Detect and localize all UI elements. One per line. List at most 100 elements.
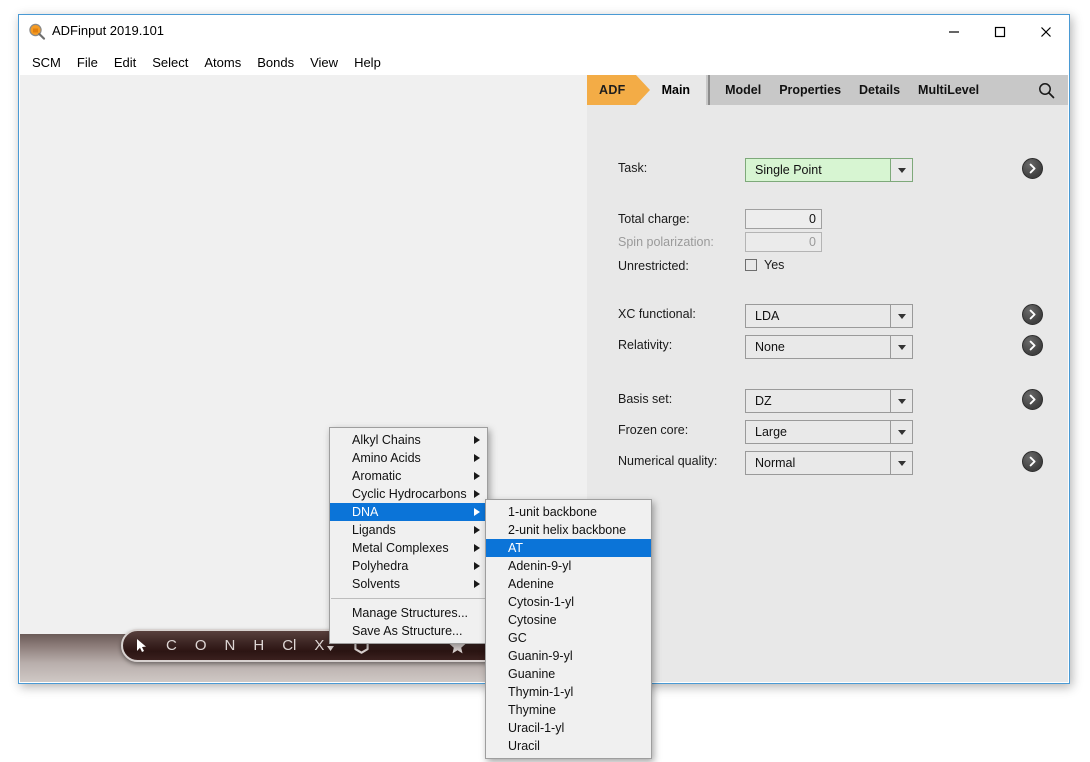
menubar-item-scm[interactable]: SCM bbox=[24, 52, 69, 73]
relativity-value: None bbox=[755, 340, 785, 354]
menu-separator bbox=[331, 598, 486, 599]
label-basis-set: Basis set: bbox=[618, 392, 673, 406]
minimize-button[interactable] bbox=[931, 15, 977, 49]
menubar-item-bonds[interactable]: Bonds bbox=[249, 52, 302, 73]
menu-item-gc[interactable]: GC bbox=[486, 629, 651, 647]
maximize-button[interactable] bbox=[977, 15, 1023, 49]
chevron-right-icon bbox=[474, 472, 480, 480]
menu-item-thymine[interactable]: Thymine bbox=[486, 701, 651, 719]
menu-item-save-as-structure[interactable]: Save As Structure... bbox=[330, 622, 487, 640]
menu-item-adenin-9-yl[interactable]: Adenin-9-yl bbox=[486, 557, 651, 575]
menu-item-dna[interactable]: DNA bbox=[330, 503, 487, 521]
menu-item-uracil-1-yl[interactable]: Uracil-1-yl bbox=[486, 719, 651, 737]
menubar-item-select[interactable]: Select bbox=[144, 52, 196, 73]
relativity-dropdown[interactable]: None bbox=[745, 335, 913, 359]
menu-item-label: Cyclic Hydrocarbons bbox=[352, 487, 467, 501]
tab-multilevel[interactable]: MultiLevel bbox=[909, 75, 988, 105]
menubar-item-atoms[interactable]: Atoms bbox=[196, 52, 249, 73]
menubar-item-file[interactable]: File bbox=[69, 52, 106, 73]
frozen-core-dropdown-arrow[interactable] bbox=[890, 421, 912, 443]
tab-details[interactable]: Details bbox=[850, 75, 909, 105]
task-dropdown[interactable]: Single Point bbox=[745, 158, 913, 182]
tab-properties[interactable]: Properties bbox=[770, 75, 850, 105]
menu-item-cytosin-1-yl[interactable]: Cytosin-1-yl bbox=[486, 593, 651, 611]
menu-item-label: Solvents bbox=[352, 577, 400, 591]
menu-item-label: Adenin-9-yl bbox=[508, 559, 572, 573]
basis-set-detail-button[interactable] bbox=[1022, 389, 1043, 410]
menu-item-aromatic[interactable]: Aromatic bbox=[330, 467, 487, 485]
numerical-quality-value: Normal bbox=[755, 456, 796, 470]
menubar-item-help[interactable]: Help bbox=[346, 52, 389, 73]
menu-item-amino-acids[interactable]: Amino Acids bbox=[330, 449, 487, 467]
tab-model[interactable]: Model bbox=[716, 75, 770, 105]
chevron-right-icon bbox=[474, 580, 480, 588]
chevron-right-icon bbox=[474, 490, 480, 498]
adf-engine-badge[interactable]: ADF bbox=[587, 75, 650, 105]
relativity-detail-button[interactable] bbox=[1022, 335, 1043, 356]
numerical-quality-detail-button[interactable] bbox=[1022, 451, 1043, 472]
select-cursor-tool[interactable] bbox=[135, 638, 148, 653]
menu-item-label: Cytosin-1-yl bbox=[508, 595, 574, 609]
menu-item-label: Cytosine bbox=[508, 613, 557, 627]
xc-functional-detail-button[interactable] bbox=[1022, 304, 1043, 325]
maximize-icon bbox=[994, 26, 1006, 38]
atom-other-label: X bbox=[314, 637, 325, 654]
menu-item-label: DNA bbox=[352, 505, 379, 519]
menu-item-label: Guanine bbox=[508, 667, 556, 681]
basis-set-dropdown[interactable]: DZ bbox=[745, 389, 913, 413]
menubar-item-edit[interactable]: Edit bbox=[106, 52, 144, 73]
numerical-quality-dropdown[interactable]: Normal bbox=[745, 451, 913, 475]
atom-hydrogen[interactable]: H bbox=[253, 637, 264, 654]
spin-polarization-input[interactable]: 0 bbox=[745, 232, 822, 252]
menu-item-guanine[interactable]: Guanine bbox=[486, 665, 651, 683]
row-spin-polarization: Spin polarization: 0 bbox=[587, 232, 1068, 256]
menu-item-uracil[interactable]: Uracil bbox=[486, 737, 651, 755]
menu-item-thymin-1-yl[interactable]: Thymin-1-yl bbox=[486, 683, 651, 701]
numerical-quality-dropdown-arrow[interactable] bbox=[890, 452, 912, 474]
relativity-dropdown-arrow[interactable] bbox=[890, 336, 912, 358]
menu-item-metal-complexes[interactable]: Metal Complexes bbox=[330, 539, 487, 557]
menu-item-label: 1-unit backbone bbox=[508, 505, 597, 519]
basis-set-dropdown-arrow[interactable] bbox=[890, 390, 912, 412]
label-xc-functional: XC functional: bbox=[618, 307, 696, 321]
menubar-item-view[interactable]: View bbox=[302, 52, 346, 73]
menu-item-label: 2-unit helix backbone bbox=[508, 523, 627, 537]
total-charge-input[interactable]: 0 bbox=[745, 209, 822, 229]
atom-carbon[interactable]: C bbox=[166, 637, 177, 654]
task-dropdown-arrow[interactable] bbox=[890, 159, 912, 181]
chevron-right-icon bbox=[474, 526, 480, 534]
close-button[interactable] bbox=[1023, 15, 1069, 49]
title-bar: ADFinput 2019.101 bbox=[19, 15, 1069, 49]
menu-item-ligands[interactable]: Ligands bbox=[330, 521, 487, 539]
row-frozen-core: Frozen core: Large bbox=[587, 420, 1068, 444]
menu-item-cyclic-hydrocarbons[interactable]: Cyclic Hydrocarbons bbox=[330, 485, 487, 503]
atom-chlorine[interactable]: Cl bbox=[282, 637, 296, 654]
menu-item-alkyl-chains[interactable]: Alkyl Chains bbox=[330, 431, 487, 449]
frozen-core-dropdown[interactable]: Large bbox=[745, 420, 913, 444]
unrestricted-checkbox[interactable]: Yes bbox=[745, 258, 784, 272]
menu-item-at[interactable]: AT bbox=[486, 539, 651, 557]
settings-form: Task: Single Point Total charge: 0 Spin … bbox=[587, 105, 1068, 682]
chevron-down-icon bbox=[897, 460, 906, 466]
atom-oxygen[interactable]: O bbox=[195, 637, 207, 654]
menu-item-2-unit-helix-backbone[interactable]: 2-unit helix backbone bbox=[486, 521, 651, 539]
task-detail-button[interactable] bbox=[1022, 158, 1043, 179]
menu-item-solvents[interactable]: Solvents bbox=[330, 575, 487, 593]
menu-item-manage-structures[interactable]: Manage Structures... bbox=[330, 604, 487, 622]
label-total-charge: Total charge: bbox=[618, 212, 690, 226]
menu-item-label: Thymin-1-yl bbox=[508, 685, 574, 699]
menu-item-cytosine[interactable]: Cytosine bbox=[486, 611, 651, 629]
menu-item-1-unit-backbone[interactable]: 1-unit backbone bbox=[486, 503, 651, 521]
xc-functional-dropdown[interactable]: LDA bbox=[745, 304, 913, 328]
menu-item-label: Manage Structures... bbox=[352, 606, 469, 620]
atom-nitrogen[interactable]: N bbox=[225, 637, 236, 654]
structures-context-menu: Alkyl Chains Amino Acids Aromatic Cyclic… bbox=[329, 427, 488, 644]
menu-item-adenine[interactable]: Adenine bbox=[486, 575, 651, 593]
row-task: Task: Single Point bbox=[587, 158, 1068, 182]
xc-functional-dropdown-arrow[interactable] bbox=[890, 305, 912, 327]
label-spin-polarization: Spin polarization: bbox=[618, 235, 714, 249]
menu-item-polyhedra[interactable]: Polyhedra bbox=[330, 557, 487, 575]
chevron-down-icon bbox=[897, 313, 906, 319]
menu-item-guanin-9-yl[interactable]: Guanin-9-yl bbox=[486, 647, 651, 665]
search-button[interactable] bbox=[1030, 75, 1062, 105]
